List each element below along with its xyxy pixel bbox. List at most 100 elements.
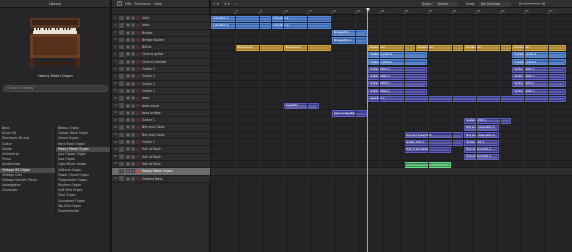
playhead[interactable] bbox=[367, 8, 369, 252]
record-enable-button[interactable] bbox=[136, 89, 140, 93]
solo-button[interactable]: S bbox=[131, 118, 135, 123]
track-header[interactable]: 9 M S Guitar 1 bbox=[112, 73, 210, 81]
bar-ruler[interactable]: 5913172125293337414549535761 bbox=[211, 8, 572, 15]
library-patch-item[interactable]: Experimental bbox=[56, 209, 110, 214]
region[interactable]: Hall of Rock#01.1 bbox=[464, 154, 500, 161]
track-lane[interactable] bbox=[211, 146, 572, 154]
edit-menu[interactable]: Edit bbox=[125, 2, 132, 6]
library-category-item[interactable]: Cinematic › bbox=[0, 188, 55, 193]
mute-button[interactable]: M bbox=[126, 67, 130, 72]
region[interactable]: Breakdown bbox=[367, 44, 416, 51]
track-header[interactable]: 6 M S Chorus guitar bbox=[112, 51, 210, 59]
region[interactable]: Brit and Clean#01.2 bbox=[464, 132, 500, 139]
waveform-zoom-icon[interactable]: 〰 bbox=[235, 0, 238, 8]
pencil-tool-icon[interactable]: ✎ ▾ bbox=[224, 0, 230, 8]
region[interactable]: Breakdown bbox=[464, 44, 512, 51]
zoom-slider-icon[interactable]: ⊟ ━━━━━━━━━ ⊞ bbox=[519, 0, 545, 8]
mute-button[interactable]: M bbox=[126, 88, 130, 93]
add-track-button[interactable]: + bbox=[117, 1, 122, 6]
region[interactable]: Guitar 1#01.1 bbox=[367, 66, 428, 73]
tracks-grid[interactable]: Intro#01.1 Intro#01.1 Intro#01.2 Intro#01.2… bbox=[211, 15, 572, 252]
track-header[interactable]: 1 M S Intro bbox=[112, 15, 210, 23]
record-enable-button[interactable] bbox=[136, 111, 140, 115]
mute-button[interactable]: M bbox=[126, 23, 130, 28]
solo-button[interactable]: S bbox=[131, 161, 135, 166]
solo-button[interactable]: S bbox=[131, 67, 135, 72]
region[interactable]: Intro#01.2 bbox=[271, 22, 331, 29]
record-enable-button[interactable] bbox=[136, 96, 140, 101]
track-lane[interactable] bbox=[211, 103, 572, 110]
record-enable-button[interactable] bbox=[136, 118, 140, 122]
track-header[interactable]: 20 M S Hall of Rock bbox=[112, 153, 210, 161]
track-lane[interactable] bbox=[211, 125, 572, 132]
record-enable-button[interactable] bbox=[136, 147, 140, 152]
view-menu[interactable]: View bbox=[154, 2, 162, 6]
track-header[interactable]: 22 M S Heavy Metal Organ bbox=[112, 168, 210, 176]
region[interactable]: Untitled_1856.4 bbox=[367, 59, 428, 66]
solo-button[interactable]: S bbox=[131, 147, 135, 152]
track-header[interactable]: 4 M S Bridge double bbox=[112, 36, 210, 45]
record-enable-button[interactable] bbox=[136, 169, 140, 174]
mute-button[interactable]: M bbox=[126, 45, 130, 50]
region[interactable]: Bridge#04 bbox=[331, 30, 368, 37]
solo-button[interactable]: S bbox=[131, 74, 135, 79]
region[interactable]: Brit and Clean#01.2 bbox=[464, 125, 500, 132]
mute-button[interactable]: M bbox=[126, 16, 130, 20]
solo-button[interactable]: S bbox=[131, 110, 135, 115]
record-enable-button[interactable] bbox=[136, 38, 140, 42]
region[interactable]: Hall of Rock#01.1 bbox=[464, 146, 500, 154]
region[interactable]: Breakdown bbox=[512, 44, 566, 51]
track-lane[interactable] bbox=[211, 168, 572, 176]
solo-button[interactable]: S bbox=[131, 125, 135, 130]
record-enable-button[interactable] bbox=[136, 16, 140, 20]
record-enable-button[interactable] bbox=[136, 23, 140, 28]
solo-button[interactable]: S bbox=[131, 37, 135, 42]
mute-button[interactable]: M bbox=[126, 103, 130, 108]
record-enable-button[interactable] bbox=[136, 67, 140, 71]
mute-button[interactable]: M bbox=[126, 161, 130, 166]
record-enable-button[interactable] bbox=[136, 154, 140, 159]
region[interactable]: Intro#01.1 bbox=[271, 15, 331, 22]
track-lane[interactable] bbox=[211, 37, 572, 45]
region[interactable]: Intro#01.2 bbox=[211, 22, 271, 29]
region[interactable]: Intro#01.1 bbox=[211, 15, 271, 22]
track-lane[interactable] bbox=[211, 176, 572, 183]
record-enable-button[interactable] bbox=[136, 60, 140, 64]
track-header[interactable]: 17 M S Brit and Clean bbox=[112, 131, 210, 140]
record-enable-button[interactable] bbox=[136, 81, 140, 86]
track-header[interactable]: 3 M S Bridge bbox=[112, 29, 210, 37]
record-enable-button[interactable] bbox=[136, 125, 140, 130]
mute-button[interactable]: M bbox=[126, 132, 130, 137]
record-enable-button[interactable] bbox=[136, 133, 140, 137]
region[interactable]: Bridge#04.1 bbox=[331, 37, 368, 44]
solo-button[interactable]: S bbox=[131, 81, 135, 86]
track-lane[interactable] bbox=[211, 110, 572, 118]
track-header[interactable]: 15 M S Guitar 1 bbox=[112, 117, 210, 125]
track-header[interactable]: 11 M S Guitar 1 bbox=[112, 87, 210, 96]
track-header[interactable]: 12 M Sbass bbox=[112, 95, 210, 103]
region[interactable]: Untitled_1856.4 bbox=[512, 59, 566, 66]
solo-button[interactable]: S bbox=[131, 52, 135, 57]
track-header[interactable]: 10 M S Guitar 1 bbox=[112, 80, 210, 88]
mute-button[interactable]: M bbox=[126, 59, 130, 64]
region[interactable]: bass bridge#01 bbox=[331, 110, 368, 117]
track-lane[interactable] bbox=[211, 154, 572, 161]
mute-button[interactable]: M bbox=[126, 147, 130, 152]
solo-button[interactable]: S bbox=[131, 154, 135, 159]
mute-button[interactable]: M bbox=[126, 74, 130, 79]
track-header[interactable]: 19 M S Hall of Rock bbox=[112, 146, 210, 154]
mute-button[interactable]: M bbox=[126, 30, 130, 35]
track-header[interactable]: 7 M S Chorus (double bbox=[112, 58, 210, 67]
mute-button[interactable]: M bbox=[126, 96, 130, 101]
mute-button[interactable]: M bbox=[126, 81, 130, 86]
track-header[interactable]: 13 M Sbass verse bbox=[112, 102, 210, 110]
record-enable-button[interactable] bbox=[136, 52, 140, 57]
mute-button[interactable]: M bbox=[126, 140, 130, 145]
solo-button[interactable]: S bbox=[131, 88, 135, 93]
record-enable-button[interactable] bbox=[136, 103, 140, 108]
mute-button[interactable]: M bbox=[126, 118, 130, 123]
track-header[interactable]: 14 M Sbass bridge bbox=[112, 109, 210, 118]
region[interactable]: Untitled_1441.4 bbox=[512, 52, 566, 59]
record-enable-button[interactable] bbox=[136, 162, 140, 166]
mute-button[interactable]: M bbox=[126, 176, 130, 181]
